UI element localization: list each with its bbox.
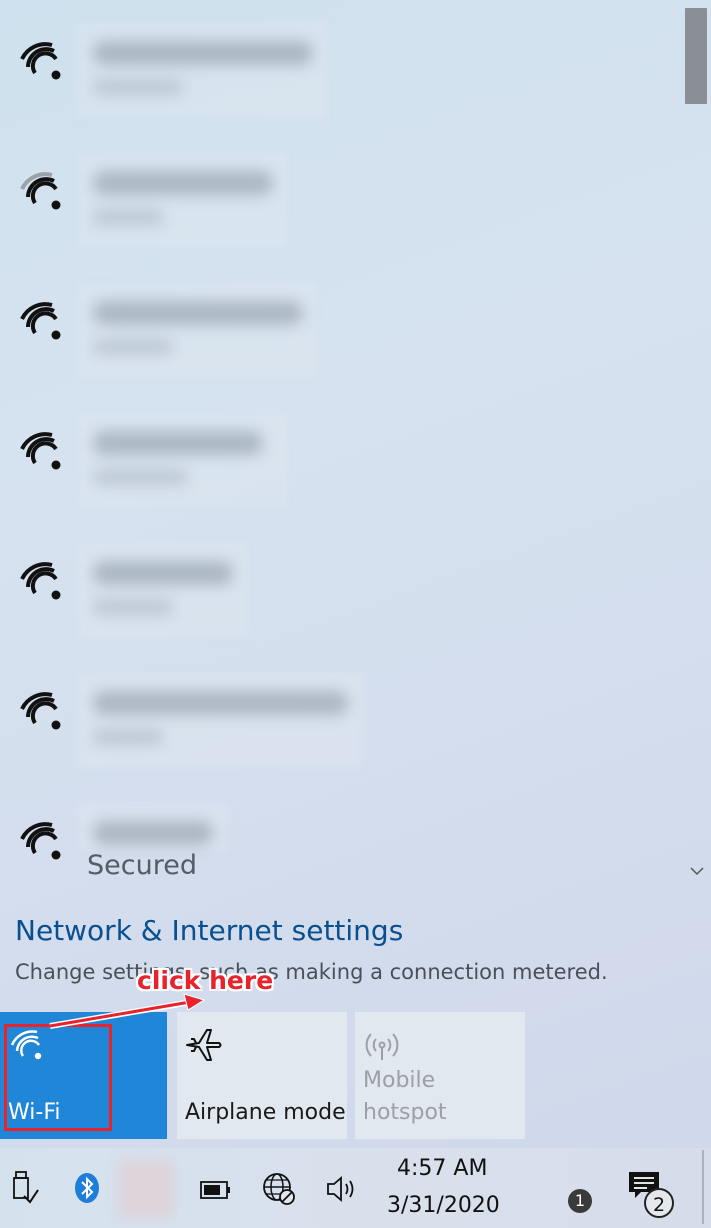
wifi-signal-full-icon <box>20 692 61 730</box>
settings-description: Change settings, such as making a connec… <box>15 960 608 984</box>
network-globe-icon[interactable] <box>262 1172 296 1206</box>
taskbar-clock-date[interactable]: 3/31/2020 <box>387 1193 500 1218</box>
hotspot-tile-label: Mobile hotspot <box>363 1068 447 1125</box>
wifi-signal-full-icon <box>20 432 61 470</box>
annotation-arrow-icon <box>49 993 206 1029</box>
blurred-tray-icon <box>118 1160 174 1218</box>
wifi-network-item[interactable] <box>0 665 684 785</box>
blurred-network-name <box>78 413 288 508</box>
wifi-signal-full-icon <box>20 302 61 340</box>
annotation-click-here: click here <box>137 966 274 995</box>
bluetooth-icon[interactable] <box>74 1172 100 1204</box>
network-list-scrollbar[interactable] <box>684 0 711 895</box>
airplane-tile-label: Airplane mode <box>185 1100 346 1125</box>
taskbar-clock-time[interactable]: 4:57 AM <box>397 1156 487 1181</box>
mobile-hotspot-tile[interactable]: Mobile hotspot <box>355 1012 525 1139</box>
wifi-signal-full-icon <box>20 822 61 860</box>
blurred-network-name <box>78 283 318 378</box>
mobile-hotspot-icon <box>365 1033 399 1060</box>
battery-icon[interactable] <box>200 1180 232 1200</box>
blurred-network-name <box>78 673 363 768</box>
wifi-network-item[interactable] <box>0 145 684 265</box>
scroll-down-arrow-icon[interactable] <box>688 862 706 882</box>
wifi-signal-full-icon <box>20 42 61 80</box>
blurred-network-name <box>78 23 328 118</box>
annotation-highlight-box <box>4 1024 112 1131</box>
volume-icon[interactable] <box>325 1174 359 1204</box>
wifi-signal-medium-icon <box>20 172 61 210</box>
scrollbar-thumb[interactable] <box>685 8 707 104</box>
notifications-count-badge: 2 <box>644 1188 674 1218</box>
blurred-network-name <box>78 543 248 638</box>
network-internet-settings-link[interactable]: Network & Internet settings <box>15 914 403 947</box>
wifi-network-item[interactable] <box>0 15 684 135</box>
blurred-network-name <box>78 803 228 851</box>
wifi-signal-full-icon <box>20 562 61 600</box>
wifi-network-item[interactable] <box>0 405 684 525</box>
usb-eject-icon[interactable] <box>10 1170 40 1204</box>
wifi-network-item[interactable] <box>0 535 684 655</box>
blurred-network-name <box>78 153 288 248</box>
network-status-secured: Secured <box>87 850 197 881</box>
wifi-network-list: Secured <box>0 0 684 895</box>
show-desktop-divider[interactable] <box>702 1150 704 1224</box>
annotation-step-badge-1: 1 <box>568 1189 592 1213</box>
wifi-network-item[interactable] <box>0 275 684 395</box>
